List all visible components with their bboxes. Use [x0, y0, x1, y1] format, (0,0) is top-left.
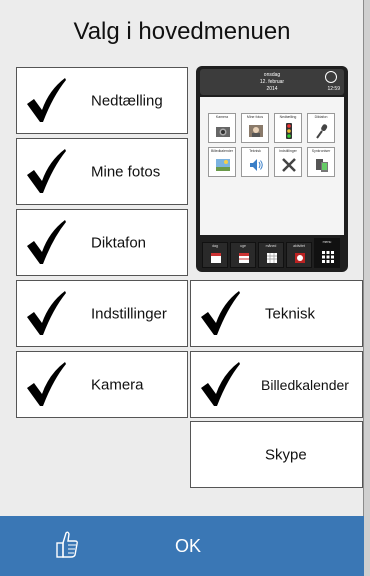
preview-tab-label: måned: [265, 244, 277, 248]
picture-calendar-icon: [216, 159, 230, 171]
microphone-icon: [316, 124, 328, 139]
day-calendar-icon: [211, 253, 221, 263]
checkmark-icon: [201, 361, 240, 406]
activity-icon: [295, 253, 305, 263]
option-label: Nedtælling: [91, 92, 163, 109]
preview-tab-label: uge: [240, 244, 246, 248]
preview-app: Teknisk: [241, 147, 269, 177]
menu-preview: onsdag 12. februar 2014 12:59 Kamera Min…: [196, 66, 348, 272]
checkmark-icon: [27, 77, 66, 122]
preview-app: Diktafon: [307, 113, 335, 143]
ok-label: OK: [175, 536, 202, 556]
option-label: Indstillinger: [91, 305, 167, 322]
preview-date: 12. februar: [259, 79, 285, 85]
dialog: Valg i hovedmenuen Nedtælling Mine fotos…: [0, 0, 364, 576]
preview-tab: uge: [230, 242, 256, 268]
thumbs-up-icon: [56, 531, 78, 558]
month-calendar-icon: [267, 253, 277, 263]
preview-tab-label: dag: [212, 244, 218, 248]
traffic-light-icon: [286, 123, 292, 139]
preview-app: Kamera: [208, 113, 236, 143]
checkmark-icon: [27, 361, 66, 406]
preview-app: Mine fotos: [241, 113, 269, 143]
checkmark-icon: [201, 290, 240, 335]
checkmark-icon: [27, 219, 66, 264]
preview-app-grid: Kamera Mine fotos Nedtælling Diktafon Bi…: [200, 97, 344, 235]
option-billedkalender[interactable]: Billedkalender: [190, 351, 363, 418]
ok-button[interactable]: OK: [0, 516, 364, 576]
preview-app: Nedtælling: [274, 113, 302, 143]
tools-icon: [282, 158, 296, 172]
option-diktafon[interactable]: Diktafon: [16, 209, 188, 276]
preview-app-label: Diktafon: [314, 115, 328, 119]
camera-icon: [216, 127, 230, 137]
page-title: Valg i hovedmenuen: [73, 18, 291, 45]
preview-header: onsdag 12. februar 2014 12:59: [200, 69, 344, 95]
preview-tab-bar: dag uge måned aktivitet menu: [200, 238, 344, 268]
option-teknisk[interactable]: Teknisk: [190, 280, 363, 347]
preview-tab: dag: [202, 242, 228, 268]
preview-tab: måned: [258, 242, 284, 268]
preview-tab-label: menu: [322, 240, 332, 244]
preview-tab-active: menu: [314, 238, 340, 268]
preview-app-label: Synkroniser: [311, 149, 331, 153]
option-indstillinger[interactable]: Indstillinger: [16, 280, 188, 347]
option-nedtaelling[interactable]: Nedtælling: [16, 67, 188, 134]
preview-app-label: Nedtælling: [279, 115, 297, 119]
preview-app-label: Teknisk: [249, 149, 261, 153]
option-label: Diktafon: [91, 234, 147, 251]
week-calendar-icon: [239, 253, 249, 263]
preview-weekday: onsdag: [263, 72, 281, 78]
preview-app: Indstillinger: [274, 147, 302, 177]
option-label: Mine fotos: [91, 163, 161, 180]
preview-tab: aktivitet: [286, 242, 312, 268]
checkmark-icon: [27, 148, 66, 193]
preview-app-label: Mine fotos: [246, 115, 264, 119]
option-label: Billedkalender: [261, 376, 349, 393]
option-label: Kamera: [91, 376, 144, 393]
checkmark-icon: [27, 290, 66, 335]
speaker-icon: [250, 159, 263, 171]
preview-app-label: Kamera: [215, 115, 229, 119]
preview-app: Synkroniser: [307, 147, 335, 177]
option-label: Teknisk: [265, 305, 316, 322]
clock-icon: [325, 71, 337, 83]
option-skype[interactable]: Skype: [190, 421, 363, 488]
photos-icon: [249, 125, 263, 137]
preview-app-label: Indstillinger: [279, 149, 297, 153]
sync-devices-icon: [316, 159, 328, 172]
option-label: Skype: [265, 446, 307, 463]
preview-app: Billedkalender: [208, 147, 236, 177]
preview-time: 12:59: [327, 86, 340, 92]
option-kamera[interactable]: Kamera: [16, 351, 188, 418]
preview-year: 2014: [266, 86, 278, 92]
grid-menu-icon: [322, 251, 334, 263]
preview-app-label: Billedkalender: [211, 149, 233, 153]
option-mine-fotos[interactable]: Mine fotos: [16, 138, 188, 205]
preview-tab-label: aktivitet: [293, 244, 305, 248]
